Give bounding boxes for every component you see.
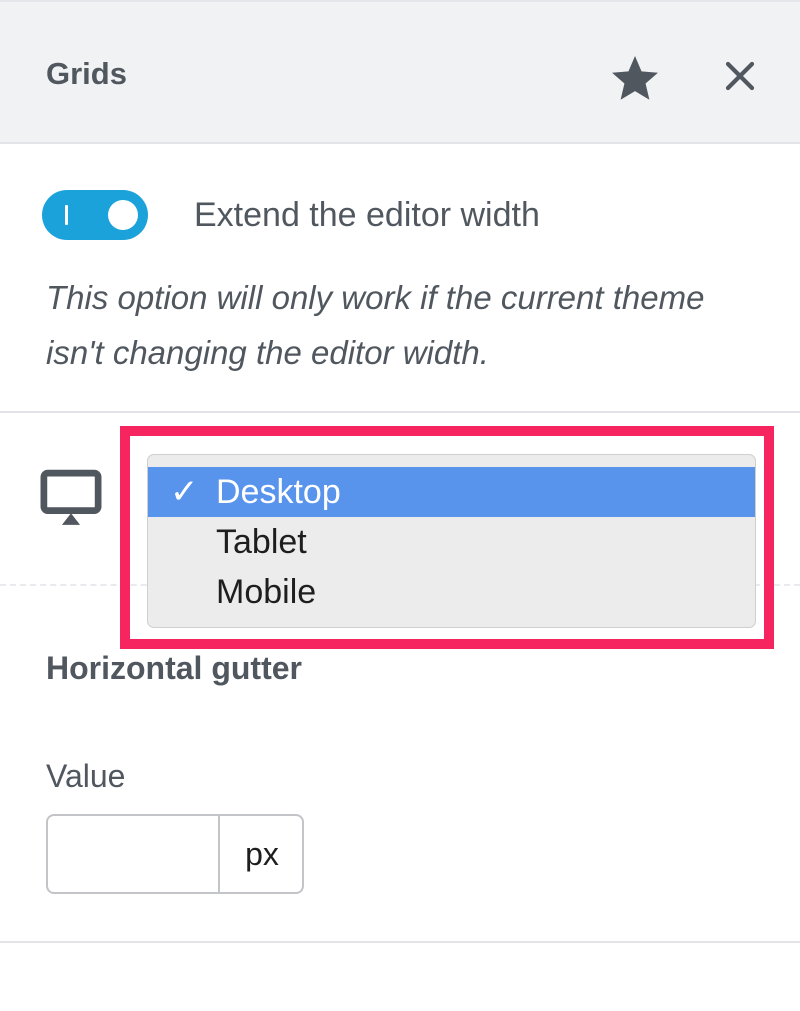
horizontal-gutter-title: Horizontal gutter [46,650,302,686]
gutter-value-input[interactable] [48,816,218,892]
panel-title: Grids [46,56,127,91]
check-icon: ✓ [170,473,199,511]
option-label: Mobile [216,573,317,611]
bottom-divider [0,941,800,943]
value-label: Value [46,758,126,794]
monitor-icon [40,469,102,525]
star-icon[interactable] [608,52,662,106]
unit-label: px [218,816,304,892]
option-label: Tablet [216,523,307,561]
toggle-label: Extend the editor width [194,196,540,234]
grids-panel: Grids Extend the editor width This optio… [0,0,800,1011]
option-mobile[interactable]: Mobile [148,567,755,617]
toggle-knob [108,200,138,230]
gutter-value-group: px [46,814,304,894]
toggle-on-mark [65,205,68,225]
option-desktop[interactable]: ✓ Desktop [148,467,755,517]
close-icon[interactable] [722,58,758,94]
section-divider [0,411,800,413]
panel-header: Grids [0,2,800,144]
help-text: This option will only work if the curren… [46,279,705,371]
device-dropdown[interactable]: ✓ Desktop Tablet Mobile [148,455,755,627]
option-label: Desktop [216,473,341,511]
option-tablet[interactable]: Tablet [148,517,755,567]
extend-width-toggle[interactable] [42,190,148,240]
